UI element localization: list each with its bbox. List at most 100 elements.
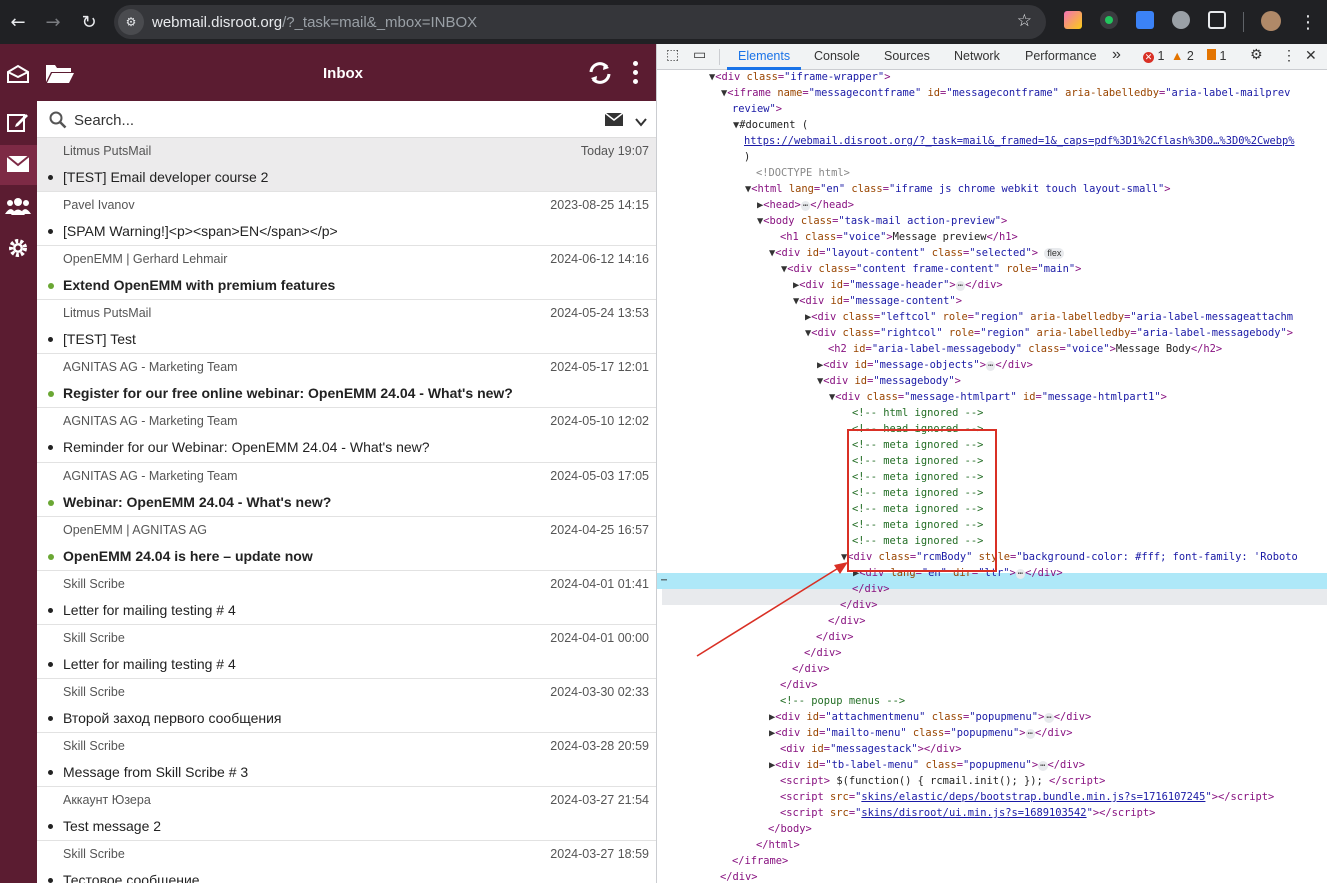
message-row[interactable]: Litmus PutsMail Today 19:07 [TEST] Email d… bbox=[37, 138, 656, 193]
dom-line[interactable]: ▼<html lang="en" class="iframe js chrome… bbox=[745, 181, 1170, 197]
contacts-icon[interactable] bbox=[4, 192, 32, 220]
profile-avatar[interactable] bbox=[1261, 11, 1281, 31]
envelope-filter-icon[interactable] bbox=[604, 112, 624, 131]
dom-line[interactable]: ▶<div id="attachmentmenu" class="popupme… bbox=[769, 709, 1091, 725]
message-row[interactable]: OpenEMM | Gerhard Lehmair 2024-06-12 14:1… bbox=[37, 246, 656, 301]
message-sender: Litmus PutsMail bbox=[63, 144, 152, 158]
dom-line[interactable]: ▼<div class="message-htmlpart" id="messa… bbox=[829, 389, 1167, 405]
message-sender: AGNITAS AG - Marketing Team bbox=[63, 360, 238, 375]
site-info-icon[interactable]: ⚙ bbox=[118, 9, 144, 35]
dom-comment[interactable]: <!-- html ignored --> bbox=[852, 405, 983, 421]
mail-icon[interactable] bbox=[4, 150, 32, 178]
dom-line[interactable]: https://webmail.disroot.org/?_task=mail&… bbox=[744, 133, 1295, 149]
extension-icon-4[interactable] bbox=[1172, 11, 1190, 29]
tab-sources[interactable]: Sources bbox=[884, 49, 930, 63]
message-row[interactable]: Pavel Ivanov 2023-08-25 14:15 [SPAM Warnin… bbox=[37, 192, 656, 247]
tab-elements[interactable]: Elements bbox=[738, 49, 790, 63]
message-sender: Skill Scribe bbox=[63, 630, 125, 645]
node-actions-icon[interactable]: ⋯ bbox=[661, 573, 667, 589]
search-input[interactable]: Search... bbox=[74, 112, 134, 129]
dom-line[interactable]: ▼<div class="rightcol" role="region" ari… bbox=[805, 325, 1293, 341]
address-bar[interactable]: ⚙ webmail.disroot.org/?_task=mail&_mbox=… bbox=[114, 5, 1046, 39]
dom-line[interactable]: </body> bbox=[768, 821, 812, 837]
message-row[interactable]: Skill Scribe 2024-03-30 02:33 Второй заход… bbox=[37, 679, 656, 734]
dom-line[interactable]: </div> bbox=[780, 677, 818, 693]
issue-count[interactable]: 1 bbox=[1207, 49, 1226, 63]
compose-icon[interactable] bbox=[4, 108, 32, 136]
dom-line[interactable]: ▼<div id="messagebody"> bbox=[817, 373, 961, 389]
search-icon[interactable] bbox=[49, 111, 67, 134]
refresh-icon[interactable] bbox=[587, 60, 613, 91]
dom-line[interactable]: ▶<div id="tb-label-menu" class="popupmen… bbox=[769, 757, 1085, 773]
device-toggle-icon[interactable]: ▭ bbox=[693, 47, 706, 63]
extensions-puzzle-icon[interactable] bbox=[1208, 11, 1226, 29]
devtools-settings-gear-icon[interactable]: ⚙ bbox=[1250, 47, 1263, 63]
warning-count[interactable]: ▲ 2 bbox=[1171, 49, 1194, 63]
dom-line[interactable]: ▼<div class="iframe-wrapper"> bbox=[709, 69, 890, 85]
error-icon: ✕ bbox=[1143, 52, 1154, 63]
message-row[interactable]: Skill Scribe 2024-03-28 20:59 Message from… bbox=[37, 733, 656, 788]
dom-line[interactable]: </html> bbox=[756, 837, 800, 853]
message-row[interactable]: Skill Scribe 2024-04-01 01:41 Letter for m… bbox=[37, 571, 656, 625]
dom-line[interactable]: <h1 class="voice">Message preview</h1> bbox=[780, 229, 1018, 245]
message-subject: Webinar: OpenEMM 24.04 - What's new? bbox=[63, 493, 332, 510]
message-row[interactable]: AGNITAS AG - Marketing Team 2024-05-17 12… bbox=[37, 354, 656, 409]
tab-network[interactable]: Network bbox=[954, 49, 1000, 63]
dom-line[interactable]: <script src="skins/disroot/ui.min.js?s=1… bbox=[780, 805, 1155, 821]
message-row[interactable]: AGNITAS AG - Marketing Team 2024-05-03 17… bbox=[37, 463, 656, 517]
dom-line[interactable]: <script src="skins/elastic/deps/bootstra… bbox=[780, 789, 1274, 805]
error-count[interactable]: ✕ 1 bbox=[1143, 49, 1164, 63]
message-row[interactable]: OpenEMM | AGNITAS AG 2024-04-25 16:57 Open… bbox=[37, 517, 656, 571]
dom-line[interactable]: ▼<div class="content frame-content" role… bbox=[781, 261, 1081, 277]
dom-line[interactable]: </div> bbox=[792, 661, 830, 677]
settings-gear-icon[interactable] bbox=[4, 234, 32, 262]
message-subject: Letter for mailing testing # 4 bbox=[63, 655, 236, 672]
message-subject: Extend OpenEMM with premium features bbox=[63, 277, 336, 294]
message-row[interactable]: Litmus PutsMail 2024-05-24 13:53 [TEST] Te… bbox=[37, 300, 656, 355]
message-sender: Pavel Ivanov bbox=[63, 198, 135, 213]
extension-icon-2[interactable] bbox=[1100, 11, 1118, 29]
more-tabs-icon[interactable]: » bbox=[1112, 46, 1121, 64]
dom-comment[interactable]: <!-- popup menus --> bbox=[780, 693, 905, 709]
forward-button[interactable]: → bbox=[35, 4, 71, 40]
dom-line[interactable]: ▼<div id="message-content"> bbox=[793, 293, 962, 309]
message-row[interactable]: AGNITAS AG - Marketing Team 2024-05-10 12… bbox=[37, 408, 656, 463]
message-row[interactable]: Аккаунт Юзера 2024-03-27 21:54 Test messag… bbox=[37, 787, 656, 842]
search-bar[interactable]: Search... bbox=[37, 101, 656, 138]
dom-line[interactable]: ▶<div class="leftcol" role="region" aria… bbox=[805, 309, 1293, 325]
dom-line[interactable]: ▼#document ( bbox=[733, 117, 808, 133]
chevron-down-icon[interactable] bbox=[635, 114, 647, 132]
dom-line[interactable]: ▶<div id="mailto-menu" class="popupmenu"… bbox=[769, 725, 1073, 741]
browser-menu-icon[interactable]: ⋮ bbox=[1290, 4, 1326, 40]
message-date: 2023-08-25 14:15 bbox=[550, 198, 649, 213]
message-date: 2024-03-27 18:59 bbox=[550, 847, 649, 862]
dom-line[interactable]: <!DOCTYPE html> bbox=[756, 165, 850, 181]
dom-line[interactable]: <h2 id="aria-label-messagebody" class="v… bbox=[828, 341, 1222, 357]
dom-line[interactable]: ▶<head> ⋯ </head> bbox=[757, 197, 854, 213]
dom-line[interactable]: <script> $(function() { rcmail.init(); }… bbox=[780, 773, 1105, 789]
back-button[interactable]: ← bbox=[0, 4, 36, 40]
extension-icon-3[interactable] bbox=[1136, 11, 1154, 29]
warning-count-value: 2 bbox=[1186, 49, 1194, 63]
dom-line[interactable]: ▼<iframe name="messagecontframe" id="mes… bbox=[721, 85, 1290, 101]
reload-button[interactable]: ↻ bbox=[71, 4, 107, 40]
dom-line[interactable]: ▼<body class="task-mail action-preview"> bbox=[757, 213, 1007, 229]
dom-line[interactable]: ▶<div id="message-objects"> ⋯ </div> bbox=[817, 357, 1033, 373]
dom-line[interactable]: <div id="messagestack"></div> bbox=[780, 741, 961, 757]
inspect-element-icon[interactable]: ⬚ bbox=[666, 47, 679, 63]
status-dot bbox=[48, 607, 53, 613]
message-row[interactable]: Skill Scribe 2024-03-27 18:59 Тестовое соо… bbox=[37, 841, 656, 883]
dom-line[interactable]: ▶<div id="message-header"> ⋯ </div> bbox=[793, 277, 1003, 293]
list-options-menu-icon[interactable] bbox=[627, 60, 643, 86]
dom-line[interactable]: ▼<div id="layout-content" class="selecte… bbox=[769, 245, 1065, 261]
bookmark-star-icon[interactable]: ☆ bbox=[1017, 11, 1032, 31]
extension-icon-1[interactable] bbox=[1064, 11, 1082, 29]
message-row[interactable]: Skill Scribe 2024-04-01 00:00 Letter for m… bbox=[37, 625, 656, 679]
tab-divider bbox=[719, 49, 720, 65]
dom-line[interactable]: </iframe> bbox=[732, 853, 788, 869]
logo-mail-icon[interactable] bbox=[4, 60, 32, 88]
tab-performance[interactable]: Performance bbox=[1025, 49, 1097, 63]
tab-console[interactable]: Console bbox=[814, 49, 860, 63]
devtools-close-icon[interactable]: ✕ bbox=[1305, 47, 1317, 64]
devtools-menu-icon[interactable]: ⋮ bbox=[1282, 47, 1296, 64]
